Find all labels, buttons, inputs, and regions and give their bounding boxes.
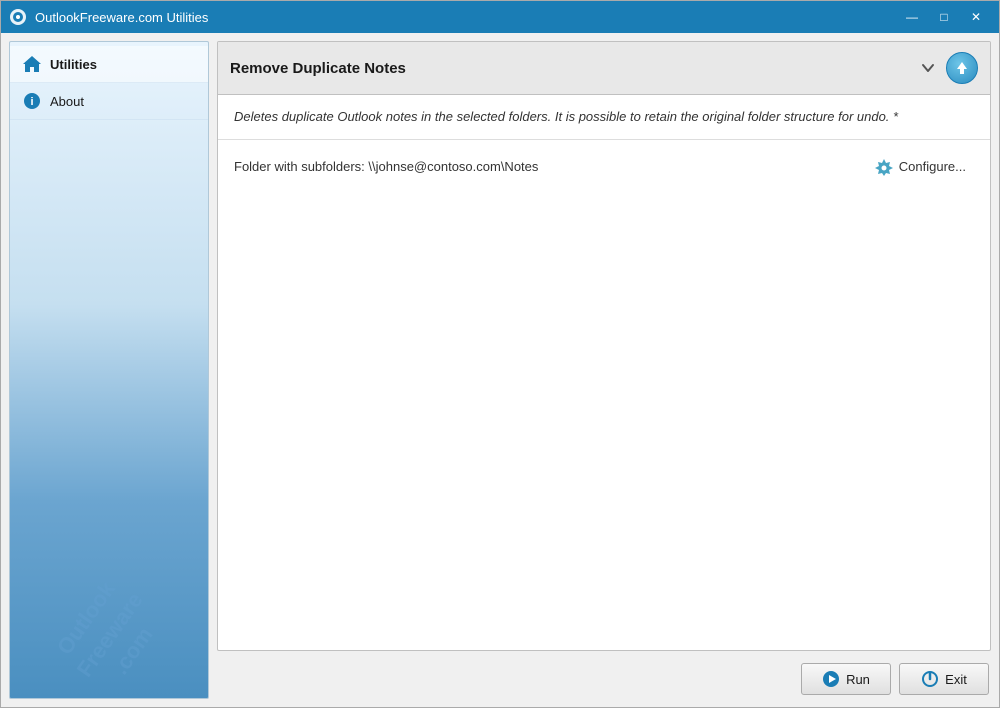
dropdown-header: Remove Duplicate Notes [218,42,990,95]
configure-icon [875,158,893,176]
main-window: OutlookFreeware.com Utilities — □ ✕ Util… [0,0,1000,708]
configure-button[interactable]: Configure... [867,154,974,180]
watermark: OutlookFreeware.com [12,520,208,699]
maximize-button[interactable]: □ [929,5,959,29]
bottom-toolbar: Run Exit [217,659,991,699]
right-panel: Remove Duplicate Notes Deletes dupli [217,41,991,699]
about-label: About [50,94,84,109]
run-label: Run [846,672,870,687]
run-button[interactable]: Run [801,663,891,695]
window-title: OutlookFreeware.com Utilities [35,10,897,25]
content-title: Remove Duplicate Notes [230,60,916,77]
main-area: Utilities i About OutlookFreeware.com [1,33,999,707]
info-icon: i [22,91,42,111]
exit-label: Exit [945,672,967,687]
sidebar-nav: Utilities i About [10,42,208,124]
run-icon [822,670,840,688]
home-icon [22,54,42,74]
minimize-button[interactable]: — [897,5,927,29]
utilities-label: Utilities [50,57,97,72]
folder-path: Folder with subfolders: \\johnse@contoso… [234,159,867,174]
content-area: Remove Duplicate Notes Deletes dupli [217,41,991,651]
app-icon [9,8,27,26]
power-icon [921,670,939,688]
sidebar-item-utilities[interactable]: Utilities [10,46,208,83]
chevron-down-icon[interactable] [916,56,940,80]
close-button[interactable]: ✕ [961,5,991,29]
exit-button[interactable]: Exit [899,663,989,695]
configure-label: Configure... [899,159,966,174]
folder-section: Folder with subfolders: \\johnse@contoso… [218,140,990,194]
window-controls: — □ ✕ [897,5,991,29]
sidebar-item-about[interactable]: i About [10,83,208,120]
sidebar: Utilities i About OutlookFreeware.com [9,41,209,699]
upload-button[interactable] [946,52,978,84]
description-section: Deletes duplicate Outlook notes in the s… [218,95,990,140]
description-text: Deletes duplicate Outlook notes in the s… [234,107,974,127]
titlebar: OutlookFreeware.com Utilities — □ ✕ [1,1,999,33]
svg-text:i: i [30,96,33,108]
